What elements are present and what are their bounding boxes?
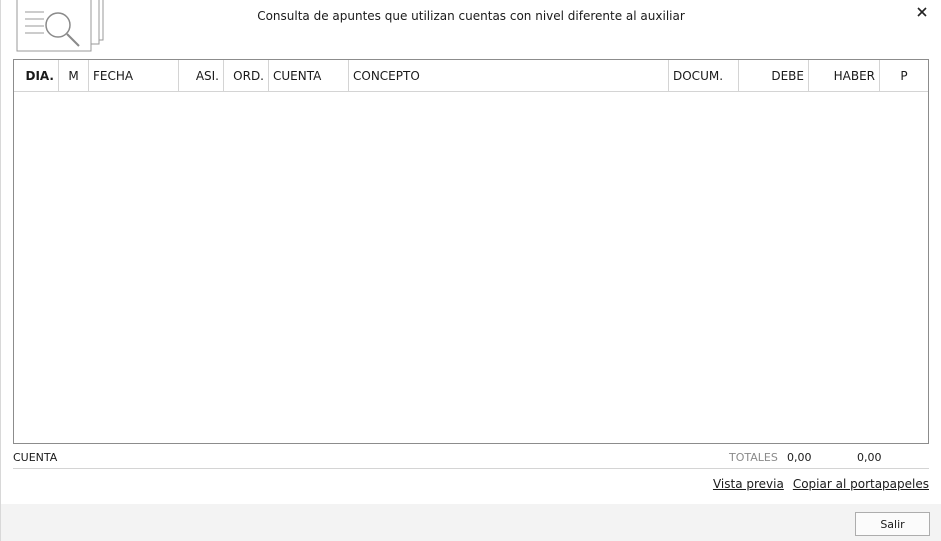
column-header-haber[interactable]: HABER [809,60,880,91]
document-search-icon [16,0,106,52]
column-header-asi[interactable]: ASI. [179,60,224,91]
vista-previa-link[interactable]: Vista previa [713,477,784,491]
window-title: Consulta de apuntes que utilizan cuentas… [257,9,685,23]
column-header-p[interactable]: P [880,60,928,91]
salir-button[interactable]: Salir [855,512,930,536]
grid-header: DIA. M FECHA ASI. ORD. CUENTA CONCEPTO D… [14,60,928,92]
cuenta-label: CUENTA [13,451,58,464]
column-header-concepto[interactable]: CONCEPTO [349,60,669,91]
total-haber-value: 0,00 [857,451,882,464]
summary-bar: CUENTA TOTALES 0,00 0,00 [13,449,929,469]
column-header-docum[interactable]: DOCUM. [669,60,739,91]
totales-label: TOTALES [729,451,778,464]
close-icon [917,7,927,17]
column-header-cuenta[interactable]: CUENTA [269,60,349,91]
grid-body[interactable] [14,92,928,443]
total-debe-value: 0,00 [787,451,812,464]
column-header-fecha[interactable]: FECHA [89,60,179,91]
copiar-portapapeles-link[interactable]: Copiar al portapapeles [793,477,929,491]
column-header-ord[interactable]: ORD. [224,60,269,91]
entries-grid[interactable]: DIA. M FECHA ASI. ORD. CUENTA CONCEPTO D… [13,59,929,444]
query-window: Consulta de apuntes que utilizan cuentas… [0,0,941,541]
column-header-dia[interactable]: DIA. [14,60,59,91]
close-button[interactable] [913,3,931,21]
column-header-m[interactable]: M [59,60,89,91]
column-header-debe[interactable]: DEBE [739,60,809,91]
action-links: Vista previa Copiar al portapapeles [713,477,929,491]
footer-bar: Salir [1,504,941,541]
